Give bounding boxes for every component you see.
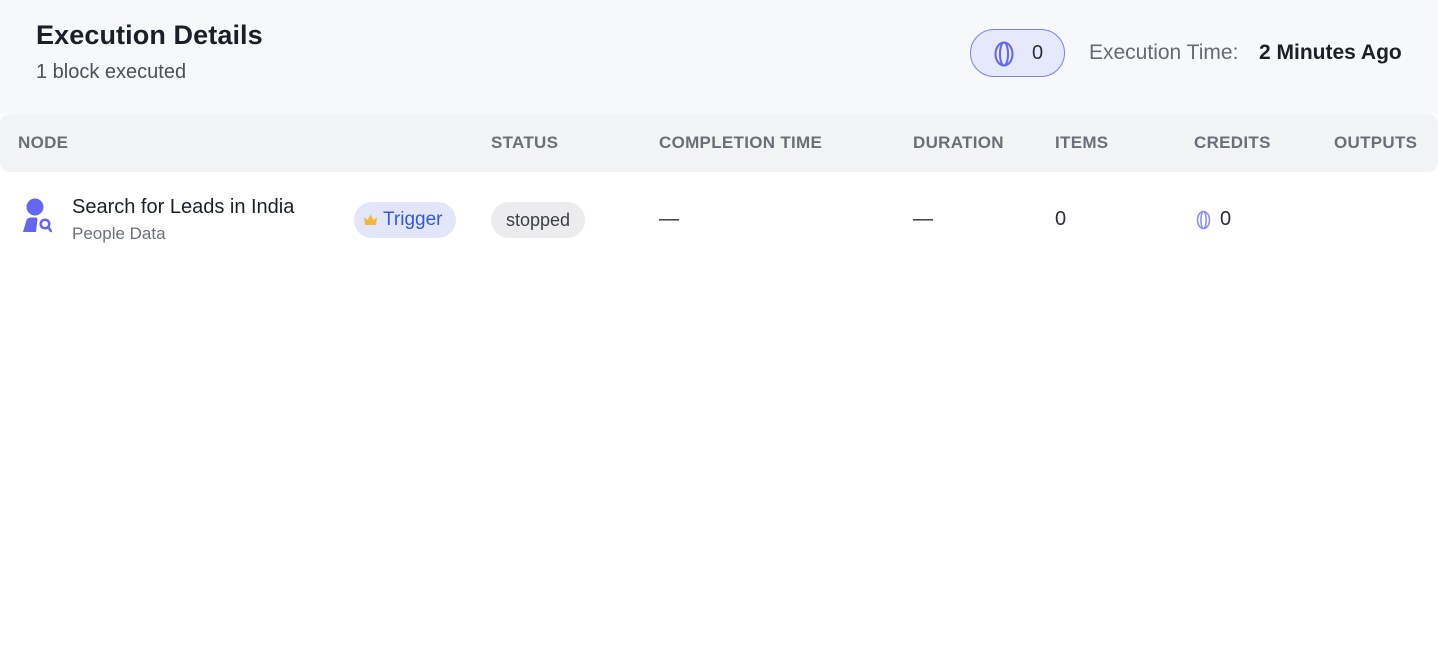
execution-time-label: Execution Time: — [1089, 41, 1239, 64]
items-cell: 0 — [1055, 208, 1067, 230]
node-subtitle: People Data — [72, 224, 166, 243]
column-header-status: STATUS — [491, 133, 559, 152]
trigger-badge: Trigger — [354, 202, 456, 238]
duration-cell: — — [913, 208, 933, 230]
column-header-credits: CREDITS — [1194, 133, 1271, 152]
person-search-icon — [23, 198, 52, 233]
blocks-executed-count: 1 block executed — [36, 61, 187, 83]
credits-pill: 0 — [970, 29, 1065, 77]
execution-header: Execution Details 1 block executed 0 Exe… — [0, 0, 1438, 114]
trigger-label: Trigger — [383, 209, 443, 230]
credits-cell: 0 — [1220, 208, 1232, 230]
node-title: Search for Leads in India — [72, 196, 295, 218]
table-row[interactable]: Search for Leads in India People Data Tr… — [0, 172, 1438, 267]
page-title: Execution Details — [36, 20, 263, 50]
completion-time-cell: — — [659, 208, 679, 230]
status-badge: stopped — [491, 202, 585, 238]
column-header-node: NODE — [18, 133, 69, 152]
column-header-items: ITEMS — [1055, 133, 1109, 152]
table-header: NODE STATUS COMPLETION TIME DURATION ITE… — [0, 114, 1438, 172]
column-header-outputs: OUTPUTS — [1334, 133, 1418, 152]
execution-time-value: 2 Minutes Ago — [1259, 41, 1402, 64]
column-header-duration: DURATION — [913, 133, 1004, 152]
credit-coin-icon — [1196, 210, 1211, 230]
crown-icon — [364, 214, 377, 225]
credit-coin-icon — [994, 41, 1014, 67]
credits-value: 0 — [1032, 42, 1044, 64]
column-header-completion-time: COMPLETION TIME — [659, 133, 823, 152]
